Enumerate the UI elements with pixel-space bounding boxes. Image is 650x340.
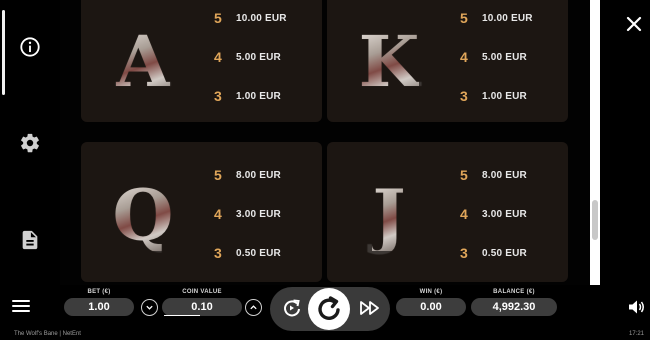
speaker-icon	[629, 300, 644, 314]
payout-amount: 3.00 EUR	[236, 208, 281, 220]
paytable-card-q: Q 5 8.00 EUR 4 3.00 EUR 3 0.50 EUR	[81, 142, 322, 282]
coin-value-label: COIN VALUE	[182, 289, 222, 295]
chevron-up-icon	[250, 305, 257, 310]
paytable-card-j: J 5 8.00 EUR 4 3.00 EUR 3 0.50 EUR	[327, 142, 568, 282]
paytable-card-a: A 5 10.00 EUR 4 5.00 EUR 3 1.00 EUR	[81, 0, 322, 122]
info-icon	[20, 37, 40, 57]
payout-row: 5 10.00 EUR	[214, 10, 319, 26]
payout-row: 3 0.50 EUR	[214, 245, 319, 261]
paytable: A 5 10.00 EUR 4 5.00 EUR 3 1.00 EUR K 5 …	[60, 0, 590, 285]
payout-amount: 8.00 EUR	[482, 169, 527, 181]
symbol-k: K	[358, 20, 420, 103]
payout-row: 4 3.00 EUR	[214, 206, 319, 222]
spin-button[interactable]	[308, 288, 350, 330]
payout-count: 5	[214, 10, 222, 26]
payout-amount: 10.00 EUR	[236, 12, 287, 24]
payout-amount: 8.00 EUR	[236, 169, 281, 181]
payout-row: 5 8.00 EUR	[214, 167, 319, 183]
coin-value-indicator	[164, 315, 200, 316]
payout-row: 5 10.00 EUR	[460, 10, 565, 26]
payout-count: 3	[214, 245, 222, 261]
close-icon	[626, 16, 642, 32]
payout-row: 4 5.00 EUR	[214, 49, 319, 65]
payout-count: 5	[460, 167, 468, 183]
symbol-a: A	[115, 20, 171, 103]
scrollbar-thumb[interactable]	[592, 200, 598, 240]
payout-count: 4	[214, 49, 222, 65]
close-button[interactable]	[624, 14, 644, 34]
settings-button[interactable]	[18, 131, 42, 155]
payout-amount: 0.50 EUR	[236, 247, 281, 259]
clock: 17:21	[629, 331, 645, 337]
payout-amount: 5.00 EUR	[482, 51, 527, 63]
autoplay-icon	[284, 299, 300, 317]
payout-amount: 5.00 EUR	[236, 51, 281, 63]
fast-forward-icon	[360, 301, 379, 315]
win-value: 0.00	[396, 298, 466, 316]
rules-button[interactable]	[18, 228, 42, 252]
sound-button[interactable]	[628, 299, 646, 315]
active-indicator	[2, 10, 5, 95]
payout-amount: 0.50 EUR	[482, 247, 527, 259]
payout-count: 4	[460, 206, 468, 222]
bet-label: BET (€)	[87, 289, 111, 295]
payout-amount: 3.00 EUR	[482, 208, 527, 220]
paytable-card-k: K 5 10.00 EUR 4 5.00 EUR 3 1.00 EUR	[327, 0, 568, 122]
symbol-j: J	[372, 174, 406, 257]
payout-row: 3 0.50 EUR	[460, 245, 565, 261]
bet-value[interactable]: 1.00	[64, 298, 134, 316]
gear-icon	[21, 133, 39, 153]
payout-count: 5	[214, 167, 222, 183]
autoplay-button[interactable]	[280, 296, 304, 320]
hamburger-icon	[12, 300, 30, 302]
payout-count: 4	[214, 206, 222, 222]
payout-amount: 10.00 EUR	[482, 12, 533, 24]
win-label: WIN (€)	[419, 289, 443, 295]
chevron-down-icon	[146, 305, 153, 310]
payout-count: 5	[460, 10, 468, 26]
payout-row: 3 1.00 EUR	[214, 88, 319, 104]
payout-row: 4 3.00 EUR	[460, 206, 565, 222]
coin-decrease-button[interactable]	[141, 299, 158, 316]
coin-increase-button[interactable]	[245, 299, 262, 316]
game-title: The Wolf's Bane | NetEnt	[14, 331, 81, 337]
payout-count: 4	[460, 49, 468, 65]
coin-value[interactable]: 0.10	[162, 298, 242, 316]
menu-button[interactable]	[12, 300, 30, 314]
scrollbar-track[interactable]	[590, 0, 600, 285]
side-menu	[0, 0, 60, 285]
payout-count: 3	[460, 88, 468, 104]
balance-label: BALANCE (€)	[493, 289, 535, 295]
payout-row: 4 5.00 EUR	[460, 49, 565, 65]
balance-value: 4,992.30	[471, 298, 557, 316]
turbo-button[interactable]	[358, 298, 382, 318]
document-icon	[22, 230, 38, 250]
payout-row: 3 1.00 EUR	[460, 88, 565, 104]
payout-amount: 1.00 EUR	[236, 90, 281, 102]
info-button[interactable]	[18, 35, 42, 59]
spin-icon	[318, 296, 340, 320]
symbol-q: Q	[112, 174, 174, 257]
payout-count: 3	[214, 88, 222, 104]
payout-count: 3	[460, 245, 468, 261]
payout-row: 5 8.00 EUR	[460, 167, 565, 183]
payout-amount: 1.00 EUR	[482, 90, 527, 102]
